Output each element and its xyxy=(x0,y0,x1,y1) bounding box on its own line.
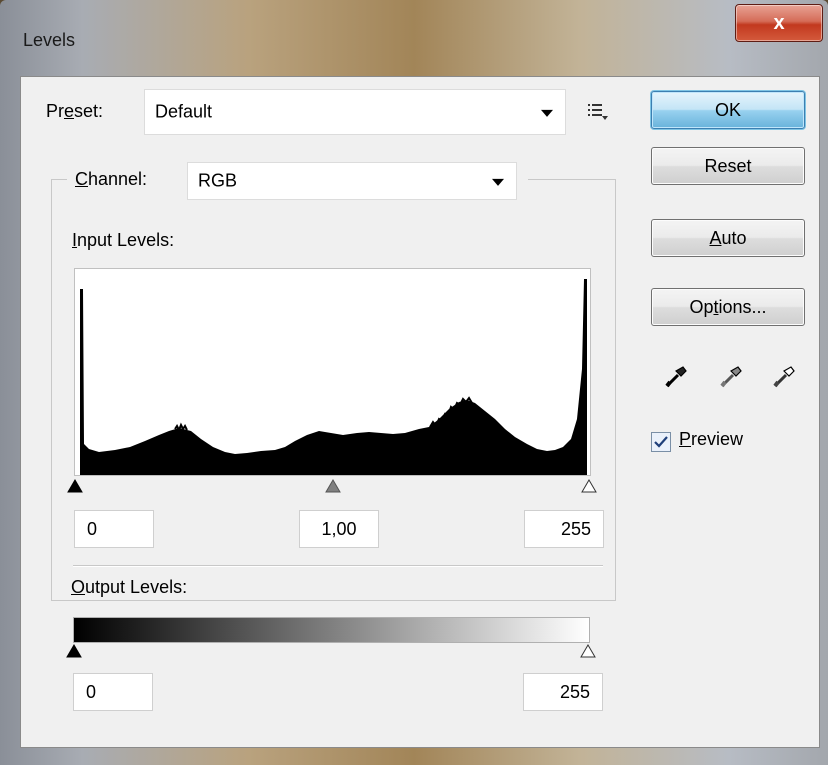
input-white-field[interactable]: 255 xyxy=(524,510,604,548)
window-title: Levels xyxy=(23,30,76,50)
input-black-field[interactable]: 0 xyxy=(74,510,154,548)
output-levels-slider[interactable] xyxy=(66,643,596,659)
input-levels-label: Input Levels: xyxy=(72,230,175,250)
histogram-graph xyxy=(80,279,587,475)
preview-checkbox[interactable] xyxy=(651,432,671,452)
levels-dialog: Levels x Preset: Default OK Reset Auto O… xyxy=(0,0,828,765)
output-black-value: 0 xyxy=(86,681,97,702)
input-black-point-handle[interactable] xyxy=(66,478,84,494)
output-white-point-handle[interactable] xyxy=(579,643,597,659)
input-black-value: 0 xyxy=(87,518,98,539)
chevron-down-icon xyxy=(492,178,504,186)
close-icon: x xyxy=(773,11,785,34)
preview-label[interactable]: Preview xyxy=(679,429,743,450)
output-black-point-handle[interactable] xyxy=(65,643,83,659)
channel-group: Channel: RGB Input Levels: 0 1,00 255 xyxy=(51,162,616,601)
reset-label: Reset xyxy=(704,155,752,176)
preset-dropdown[interactable]: Default xyxy=(144,89,566,135)
options-button[interactable]: Options... xyxy=(651,288,805,326)
output-white-field[interactable]: 255 xyxy=(523,673,603,711)
output-black-field[interactable]: 0 xyxy=(73,673,153,711)
list-menu-icon[interactable] xyxy=(586,99,610,123)
gray-point-eyedropper-icon[interactable] xyxy=(716,361,746,391)
output-levels-label: Output Levels: xyxy=(71,577,188,597)
options-label: Options... xyxy=(689,296,767,317)
output-gradient-bar xyxy=(73,617,590,643)
preset-value: Default xyxy=(155,101,213,122)
auto-button[interactable]: Auto xyxy=(651,219,805,257)
channel-dropdown[interactable]: RGB xyxy=(187,162,517,200)
input-white-point-handle[interactable] xyxy=(580,478,598,494)
preset-label: Preset: xyxy=(46,101,104,121)
chevron-down-icon xyxy=(541,109,553,117)
channel-label: Channel: xyxy=(75,169,148,189)
checkmark-icon xyxy=(654,436,668,448)
input-gamma-field[interactable]: 1,00 xyxy=(299,510,379,548)
dialog-body: Preset: Default OK Reset Auto Options... xyxy=(20,76,820,748)
input-levels-slider[interactable] xyxy=(67,478,597,494)
input-gamma-value: 1,00 xyxy=(321,518,357,539)
channel-row: Channel: RGB xyxy=(67,162,528,200)
ok-label: OK xyxy=(714,99,741,120)
close-button[interactable]: x xyxy=(735,4,823,42)
ok-button[interactable]: OK xyxy=(651,91,805,129)
output-white-value: 255 xyxy=(559,681,590,702)
reset-button[interactable]: Reset xyxy=(651,147,805,185)
white-point-eyedropper-icon[interactable] xyxy=(769,361,799,391)
title-bar[interactable]: Levels x xyxy=(0,0,828,76)
black-point-eyedropper-icon[interactable] xyxy=(661,361,691,391)
input-white-value: 255 xyxy=(560,518,591,539)
divider xyxy=(73,565,603,567)
auto-label: Auto xyxy=(709,227,747,248)
input-gamma-handle[interactable] xyxy=(324,478,342,494)
channel-value: RGB xyxy=(198,170,238,191)
histogram xyxy=(74,268,591,476)
